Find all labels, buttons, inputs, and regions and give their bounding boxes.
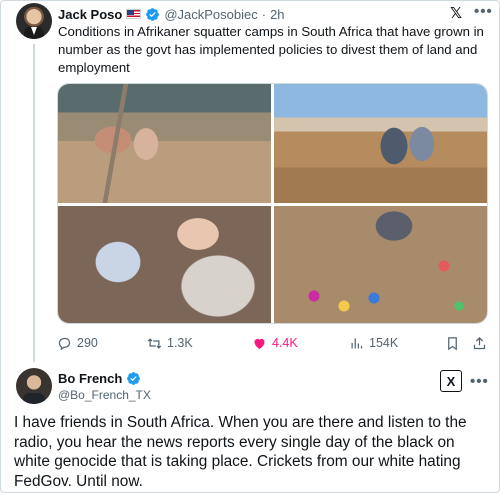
us-flag-icon [126,9,142,19]
timestamp[interactable]: 2h [270,7,284,22]
more-options-icon[interactable]: ••• [474,3,493,20]
tweet-text: I have friends in South Africa. When you… [14,414,467,490]
share-button[interactable] [472,333,487,353]
views-count: 154K [369,336,399,350]
tweet2-header: Bo French [58,371,141,386]
author-handle[interactable]: @JackPosobiec [164,7,257,22]
avatar[interactable] [16,368,52,404]
like-button[interactable]: 4.4K [252,333,298,353]
tweet-header: Jack Poso @JackPosobiec · 2h [58,5,285,23]
bookmark-button[interactable] [445,333,460,353]
photo-woman-holding-baby[interactable] [58,206,271,323]
reply-button[interactable]: 290 [57,333,98,353]
separator-dot: · [261,6,267,22]
reply-count: 290 [77,336,98,350]
tweet-text: Conditions in Afrikaner squatter camps i… [58,24,484,75]
photo-child-with-toys[interactable] [274,206,487,323]
repost-button[interactable]: 1.3K [147,333,193,353]
author-handle[interactable]: @Bo_French_TX [58,388,151,402]
reply-icon [58,337,71,350]
like-count: 4.4K [272,336,298,350]
more-options-icon[interactable]: ••• [470,373,489,390]
media-grid[interactable] [57,83,488,324]
repost-count: 1.3K [167,336,193,350]
verified-badge-icon [146,7,160,21]
tweet-actions: 290 1.3K 4.4K 154K [57,333,489,353]
views-icon [351,338,363,348]
verified-badge-icon [127,372,141,385]
avatar[interactable] [16,3,52,39]
repost-icon [147,337,162,349]
x-logo-icon[interactable]: 𝕏 [450,4,462,22]
x-logo-icon[interactable]: X [440,370,462,392]
photo-family-outside-shack[interactable] [58,84,271,203]
thread-line [33,44,35,362]
author-name[interactable]: Jack Poso [58,7,122,22]
author-name[interactable]: Bo French [58,371,122,386]
views-button[interactable]: 154K [349,333,398,353]
heart-icon [254,338,265,349]
bookmark-icon [448,336,457,350]
share-icon [473,336,486,349]
photo-children-on-boards[interactable] [274,84,487,203]
